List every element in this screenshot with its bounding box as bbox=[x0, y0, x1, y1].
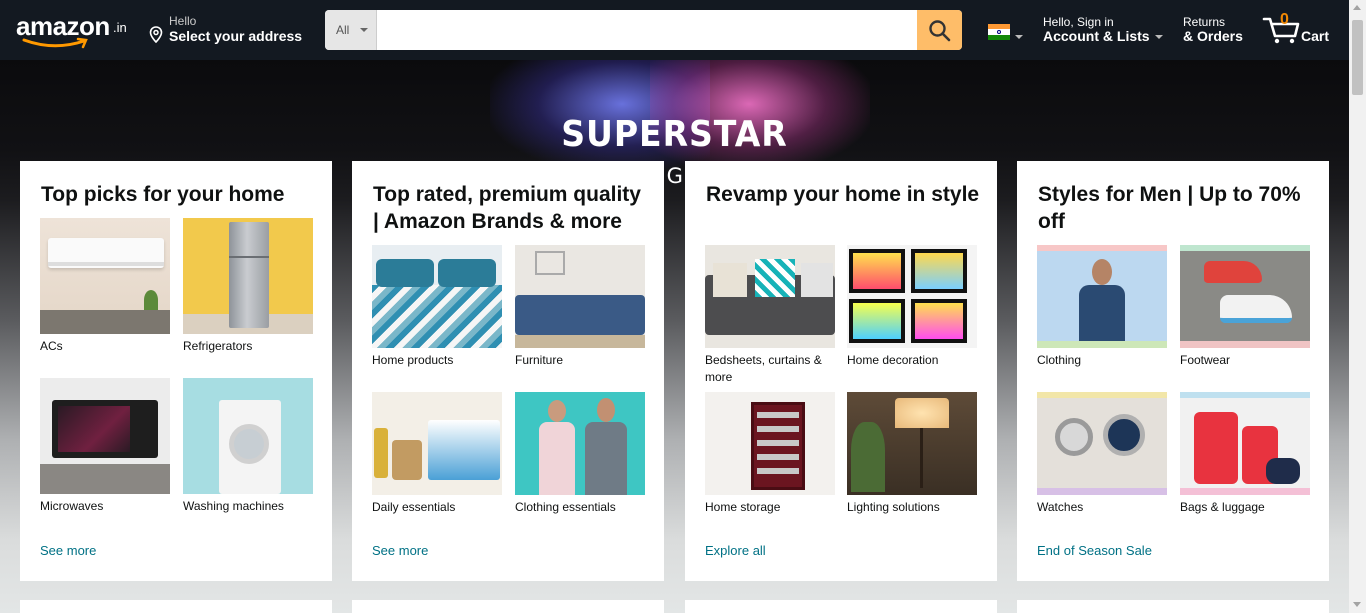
scrollbar-thumb[interactable] bbox=[1352, 20, 1363, 95]
scroll-down-arrow-icon[interactable] bbox=[1353, 602, 1361, 607]
address-greeting: Hello bbox=[169, 14, 197, 28]
card-amazon-brands: Top rated, premium quality | Amazon Bran… bbox=[352, 161, 664, 581]
tile-lighting-solutions[interactable]: Lighting solutions bbox=[847, 392, 977, 516]
card-styles-for-men: Styles for Men | Up to 70% off Clothing … bbox=[1017, 161, 1329, 581]
cushions-image bbox=[705, 245, 835, 348]
card-next-row-3 bbox=[685, 600, 997, 613]
tile-acs[interactable]: ACs bbox=[40, 218, 170, 355]
address-prompt: Select your address bbox=[169, 28, 303, 44]
scroll-up-arrow-icon[interactable] bbox=[1353, 5, 1361, 10]
tile-furniture[interactable]: Furniture bbox=[515, 245, 645, 369]
washing-machine-image bbox=[183, 378, 313, 494]
tile-daily-essentials[interactable]: Daily essentials bbox=[372, 392, 502, 516]
logo-suffix: .in bbox=[113, 20, 127, 35]
tile-home-products[interactable]: Home products bbox=[372, 245, 502, 369]
tile-label: Clothing bbox=[1037, 353, 1082, 367]
cart-label: Cart bbox=[1301, 28, 1330, 44]
cart-button[interactable]: 0 Cart bbox=[1262, 11, 1337, 49]
card-next-row-1 bbox=[20, 600, 332, 613]
tile-label: Bedsheets, curtains & more bbox=[705, 353, 822, 384]
tile-label: Lighting solutions bbox=[847, 500, 940, 514]
tile-footwear[interactable]: Footwear bbox=[1180, 245, 1310, 369]
location-pin-icon bbox=[149, 26, 163, 43]
smile-arrow-icon bbox=[22, 37, 88, 49]
cart-count: 0 bbox=[1280, 11, 1289, 28]
account-greeting: Hello, Sign in bbox=[1043, 15, 1114, 29]
microwave-image bbox=[40, 378, 170, 494]
tile-label: Bags & luggage bbox=[1180, 500, 1265, 514]
tile-refrigerators[interactable]: Refrigerators bbox=[183, 218, 313, 355]
account-lists-label: Account & Lists bbox=[1043, 28, 1150, 44]
explore-all-link[interactable]: Explore all bbox=[705, 543, 766, 558]
bedsheet-image bbox=[372, 245, 502, 348]
account-and-lists[interactable]: Hello, Sign in Account & Lists bbox=[1043, 14, 1168, 48]
tile-label: Daily essentials bbox=[372, 500, 456, 514]
tile-washing-machines[interactable]: Washing machines bbox=[183, 378, 313, 515]
card-title: Revamp your home in style bbox=[706, 183, 980, 206]
returns-label: Returns bbox=[1183, 15, 1226, 29]
watches-image bbox=[1037, 392, 1167, 495]
daily-essentials-image bbox=[372, 392, 502, 495]
shoes-image bbox=[1180, 245, 1310, 348]
amazon-logo[interactable]: amazon .in bbox=[16, 11, 134, 49]
search-category-dropdown[interactable]: All bbox=[325, 10, 377, 50]
shoe-rack-image bbox=[705, 392, 835, 495]
refrigerator-image bbox=[183, 218, 313, 334]
search-button[interactable] bbox=[917, 10, 962, 50]
card-next-row-4 bbox=[1017, 600, 1329, 613]
tile-clothing[interactable]: Clothing bbox=[1037, 245, 1167, 369]
hero-title: SUPERSTAR bbox=[561, 114, 788, 155]
tile-label: Home products bbox=[372, 353, 454, 367]
chevron-down-icon bbox=[1155, 35, 1163, 39]
tile-label: Refrigerators bbox=[183, 339, 253, 353]
tile-label: Home decoration bbox=[847, 353, 939, 367]
card-title: Top picks for your home bbox=[41, 183, 285, 206]
search-icon bbox=[929, 20, 951, 42]
luggage-image bbox=[1180, 392, 1310, 495]
clothing-essentials-image bbox=[515, 392, 645, 495]
floor-lamp-image bbox=[847, 392, 977, 495]
wall-frames-image bbox=[847, 245, 977, 348]
language-chevron-down-icon[interactable] bbox=[1015, 35, 1023, 39]
vertical-scrollbar[interactable] bbox=[1349, 0, 1366, 613]
tile-bedsheets-curtains[interactable]: Bedsheets, curtains & more bbox=[705, 245, 835, 386]
tile-microwaves[interactable]: Microwaves bbox=[40, 378, 170, 515]
orders-label: & Orders bbox=[1183, 28, 1243, 44]
search-category-label: All bbox=[336, 23, 350, 37]
see-more-link[interactable]: See more bbox=[40, 543, 96, 558]
search-bar: All bbox=[325, 10, 962, 50]
tile-label: Washing machines bbox=[183, 499, 284, 513]
tile-label: Furniture bbox=[515, 353, 564, 367]
tile-clothing-essentials[interactable]: Clothing essentials bbox=[515, 392, 645, 516]
search-input[interactable] bbox=[378, 10, 917, 50]
tile-label: Microwaves bbox=[40, 499, 104, 513]
tile-label: Watches bbox=[1037, 500, 1084, 514]
returns-and-orders[interactable]: Returns & Orders bbox=[1183, 14, 1251, 48]
card-top-picks-home: Top picks for your home ACs Refrigerator… bbox=[20, 161, 332, 581]
tile-label: Clothing essentials bbox=[515, 500, 616, 514]
see-more-link[interactable]: See more bbox=[372, 543, 428, 558]
tile-bags-luggage[interactable]: Bags & luggage bbox=[1180, 392, 1310, 516]
end-of-season-sale-link[interactable]: End of Season Sale bbox=[1037, 543, 1152, 558]
chevron-down-icon bbox=[360, 28, 368, 32]
deliver-to-address[interactable]: Hello Select your address bbox=[146, 12, 311, 48]
card-revamp-home: Revamp your home in style Bedsheets, cur… bbox=[685, 161, 997, 581]
tile-label: Footwear bbox=[1180, 353, 1231, 367]
sofa-image bbox=[515, 245, 645, 348]
india-flag-icon[interactable] bbox=[988, 24, 1010, 40]
ac-image bbox=[40, 218, 170, 334]
tile-watches[interactable]: Watches bbox=[1037, 392, 1167, 516]
tile-home-decoration[interactable]: Home decoration bbox=[847, 245, 977, 369]
men-clothing-image bbox=[1037, 245, 1167, 348]
card-next-row-2 bbox=[352, 600, 664, 613]
tile-label: Home storage bbox=[705, 500, 781, 514]
top-navigation-bar: amazon .in Hello Select your address All bbox=[0, 0, 1349, 60]
tile-home-storage[interactable]: Home storage bbox=[705, 392, 835, 516]
tile-label: ACs bbox=[40, 339, 63, 353]
card-title: Styles for Men | Up to 70% off bbox=[1038, 183, 1301, 233]
card-title: Top rated, premium quality | Amazon Bran… bbox=[373, 183, 641, 233]
